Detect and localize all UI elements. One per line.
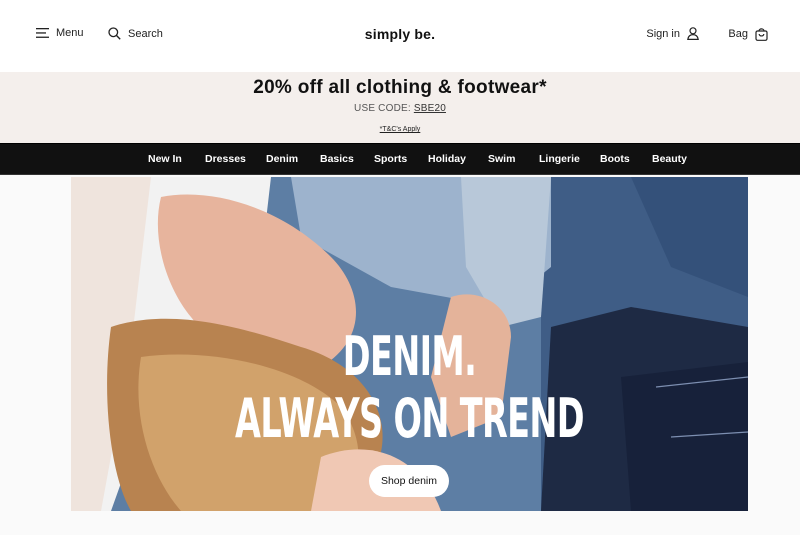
promo-code-prefix: USE CODE: <box>354 103 411 114</box>
nav-item-beauty[interactable]: Beauty <box>652 153 687 165</box>
bag-label: Bag <box>728 28 748 40</box>
terms-link[interactable]: *T&C's Apply <box>0 126 800 133</box>
nav-item-boots[interactable]: Boots <box>600 153 630 165</box>
nav-item-new-in[interactable]: New In <box>148 153 182 165</box>
nav-item-dresses[interactable]: Dresses <box>205 153 246 165</box>
promo-banner[interactable]: 20% off all clothing & footwear* USE COD… <box>0 72 800 143</box>
shopping-bag-icon <box>755 27 768 41</box>
nav-item-lingerie[interactable]: Lingerie <box>539 153 580 165</box>
promo-title: 20% off all clothing & footwear* <box>253 77 547 98</box>
nav-item-denim[interactable]: Denim <box>266 153 298 165</box>
user-icon <box>687 27 699 40</box>
category-nav: New In Dresses Denim Basics Sports Holid… <box>0 143 800 175</box>
hero-banner[interactable]: DENIM. ALWAYS ON TREND Shop denim <box>71 177 748 511</box>
promo-code: SBE20 <box>413 103 446 114</box>
nav-item-swim[interactable]: Swim <box>488 153 515 165</box>
nav-item-sports[interactable]: Sports <box>374 153 407 165</box>
hero-headline-line2: ALWAYS ON TREND <box>235 387 585 450</box>
sign-in-label: Sign in <box>646 27 680 40</box>
shop-denim-button[interactable]: Shop denim <box>369 465 449 497</box>
site-header: Menu Search simply be. Sign in Bag <box>0 0 800 72</box>
promo-code-line: USE CODE: SBE20 <box>0 103 800 114</box>
hero-headline-line1: DENIM. <box>342 325 477 388</box>
nav-item-holiday[interactable]: Holiday <box>428 153 466 165</box>
nav-item-basics[interactable]: Basics <box>320 153 354 165</box>
bag-button[interactable]: Bag <box>728 27 768 41</box>
sign-in-button[interactable]: Sign in <box>646 27 699 40</box>
